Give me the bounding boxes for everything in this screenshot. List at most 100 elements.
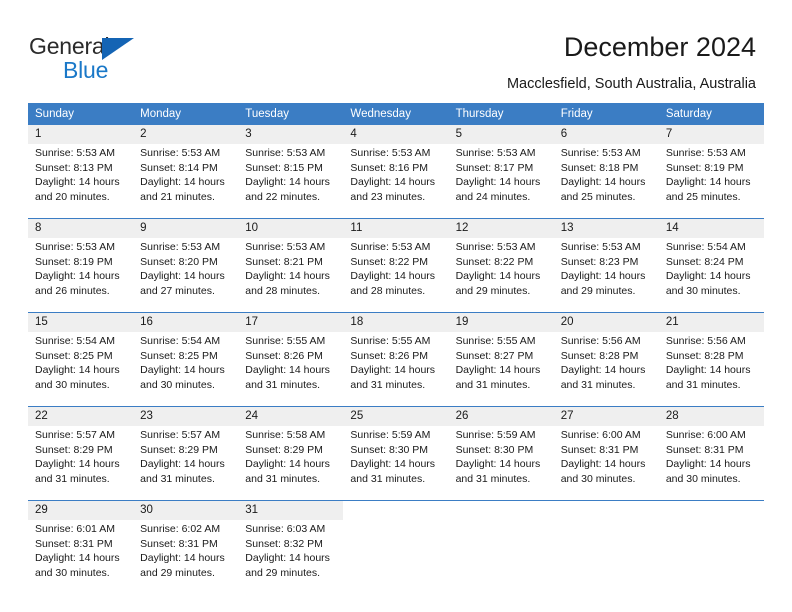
day-cell[interactable]: Sunrise: 5:53 AM Sunset: 8:15 PM Dayligh… xyxy=(238,144,344,218)
day-cell[interactable]: Sunrise: 5:53 AM Sunset: 8:20 PM Dayligh… xyxy=(133,238,239,312)
day-cell[interactable]: Sunrise: 5:55 AM Sunset: 8:26 PM Dayligh… xyxy=(343,332,449,406)
daylight-text-line2: and 31 minutes. xyxy=(350,378,426,391)
daylight-text-line2: and 23 minutes. xyxy=(350,190,426,203)
daylight-text-line2: and 27 minutes. xyxy=(140,284,215,297)
day-number[interactable]: 2 xyxy=(133,125,239,144)
day-number[interactable]: 10 xyxy=(238,219,344,238)
day-number[interactable]: 15 xyxy=(28,313,134,332)
sunrise-text: Sunrise: 5:58 AM xyxy=(245,429,326,441)
day-number[interactable]: 12 xyxy=(448,219,554,238)
day-cell[interactable]: Sunrise: 5:53 AM Sunset: 8:16 PM Dayligh… xyxy=(343,144,449,218)
day-number[interactable]: 27 xyxy=(553,407,659,426)
day-cell[interactable]: Sunrise: 5:53 AM Sunset: 8:14 PM Dayligh… xyxy=(133,144,239,218)
daylight-text-line2: and 31 minutes. xyxy=(455,378,531,391)
daylight-text-line1: Daylight: 14 hours xyxy=(455,458,541,471)
day-cell[interactable]: Sunrise: 6:00 AM Sunset: 8:31 PM Dayligh… xyxy=(553,426,659,500)
day-number[interactable]: 28 xyxy=(658,407,764,426)
daylight-text-line1: Daylight: 14 hours xyxy=(560,270,646,283)
day-cell[interactable]: Sunrise: 5:53 AM Sunset: 8:23 PM Dayligh… xyxy=(553,238,659,312)
day-cell[interactable]: Sunrise: 5:53 AM Sunset: 8:22 PM Dayligh… xyxy=(343,238,449,312)
day-cell[interactable]: Sunrise: 5:56 AM Sunset: 8:28 PM Dayligh… xyxy=(658,332,764,406)
sunset-text: Sunset: 8:19 PM xyxy=(35,255,113,268)
sunrise-text: Sunrise: 5:57 AM xyxy=(140,429,221,441)
day-number[interactable]: 21 xyxy=(658,313,764,332)
day-number[interactable]: 1 xyxy=(28,125,134,144)
daylight-text-line2: and 29 minutes. xyxy=(245,566,320,579)
daylight-text-line1: Daylight: 14 hours xyxy=(455,176,541,189)
day-number[interactable]: 5 xyxy=(448,125,554,144)
day-number[interactable]: 11 xyxy=(343,219,449,238)
day-number[interactable]: 30 xyxy=(133,501,239,520)
daylight-text-line2: and 29 minutes. xyxy=(455,284,531,297)
sunrise-text: Sunrise: 5:53 AM xyxy=(560,241,641,253)
daylight-text-line1: Daylight: 14 hours xyxy=(35,270,120,283)
day-cell[interactable]: Sunrise: 5:57 AM Sunset: 8:29 PM Dayligh… xyxy=(133,426,239,500)
location-subtitle: Macclesfield, South Australia, Australia xyxy=(506,76,756,92)
day-number[interactable]: 7 xyxy=(658,125,764,144)
daylight-text-line1: Daylight: 14 hours xyxy=(665,270,751,283)
day-cell[interactable]: Sunrise: 6:03 AM Sunset: 8:32 PM Dayligh… xyxy=(238,520,344,594)
day-number[interactable]: 14 xyxy=(658,219,764,238)
sunset-text: Sunset: 8:31 PM xyxy=(35,537,113,550)
page-title: December 2024 xyxy=(563,32,756,62)
daylight-text-line1: Daylight: 14 hours xyxy=(35,176,120,189)
day-cell[interactable]: Sunrise: 5:53 AM Sunset: 8:18 PM Dayligh… xyxy=(553,144,659,218)
sunset-text: Sunset: 8:19 PM xyxy=(665,161,744,174)
daylight-text-line1: Daylight: 14 hours xyxy=(245,458,330,471)
day-number[interactable]: 13 xyxy=(553,219,659,238)
sunset-text: Sunset: 8:29 PM xyxy=(140,443,218,456)
daylight-text-line2: and 30 minutes. xyxy=(35,566,110,579)
day-cell[interactable]: Sunrise: 5:53 AM Sunset: 8:21 PM Dayligh… xyxy=(238,238,344,312)
day-cell[interactable]: Sunrise: 5:53 AM Sunset: 8:17 PM Dayligh… xyxy=(448,144,554,218)
day-cell[interactable]: Sunrise: 5:59 AM Sunset: 8:30 PM Dayligh… xyxy=(343,426,449,500)
day-number[interactable]: 17 xyxy=(238,313,344,332)
day-number[interactable]: 16 xyxy=(133,313,239,332)
day-cell[interactable]: Sunrise: 5:56 AM Sunset: 8:28 PM Dayligh… xyxy=(553,332,659,406)
day-cell[interactable]: Sunrise: 5:53 AM Sunset: 8:19 PM Dayligh… xyxy=(658,144,764,218)
day-cell[interactable]: Sunrise: 5:54 AM Sunset: 8:24 PM Dayligh… xyxy=(658,238,764,312)
day-cell[interactable]: Sunrise: 5:58 AM Sunset: 8:29 PM Dayligh… xyxy=(238,426,344,500)
day-number[interactable]: 9 xyxy=(133,219,239,238)
sunrise-text: Sunrise: 5:56 AM xyxy=(560,335,641,347)
day-cell[interactable]: Sunrise: 6:00 AM Sunset: 8:31 PM Dayligh… xyxy=(658,426,764,500)
day-cell[interactable]: Sunrise: 5:59 AM Sunset: 8:30 PM Dayligh… xyxy=(448,426,554,500)
day-cell[interactable]: Sunrise: 5:53 AM Sunset: 8:13 PM Dayligh… xyxy=(28,144,134,218)
daylight-text-line2: and 28 minutes. xyxy=(350,284,426,297)
daylight-text-line2: and 25 minutes. xyxy=(665,190,741,203)
general-blue-logo[interactable]: General Blue xyxy=(29,33,209,83)
day-cell[interactable]: Sunrise: 6:01 AM Sunset: 8:31 PM Dayligh… xyxy=(28,520,134,594)
sunset-text: Sunset: 8:30 PM xyxy=(350,443,429,456)
weekday-header-row: Sunday Monday Tuesday Wednesday Thursday… xyxy=(28,103,764,125)
sunrise-text: Sunrise: 5:56 AM xyxy=(665,335,746,347)
day-number[interactable]: 4 xyxy=(343,125,449,144)
day-number[interactable]: 20 xyxy=(553,313,659,332)
day-number[interactable]: 18 xyxy=(343,313,449,332)
day-number[interactable]: 24 xyxy=(238,407,344,426)
day-cell[interactable]: Sunrise: 5:55 AM Sunset: 8:26 PM Dayligh… xyxy=(238,332,344,406)
day-number[interactable]: 22 xyxy=(28,407,134,426)
day-number[interactable]: 31 xyxy=(238,501,344,520)
daylight-text-line2: and 31 minutes. xyxy=(35,472,110,485)
day-cell[interactable]: Sunrise: 6:02 AM Sunset: 8:31 PM Dayligh… xyxy=(133,520,239,594)
day-number-empty xyxy=(553,501,659,520)
day-number[interactable]: 3 xyxy=(238,125,344,144)
day-number[interactable]: 26 xyxy=(448,407,554,426)
day-number[interactable]: 8 xyxy=(28,219,134,238)
day-number[interactable]: 6 xyxy=(553,125,659,144)
day-cell[interactable]: Sunrise: 5:57 AM Sunset: 8:29 PM Dayligh… xyxy=(28,426,134,500)
day-cell[interactable]: Sunrise: 5:55 AM Sunset: 8:27 PM Dayligh… xyxy=(448,332,554,406)
day-cell[interactable]: Sunrise: 5:54 AM Sunset: 8:25 PM Dayligh… xyxy=(28,332,134,406)
sunset-text: Sunset: 8:22 PM xyxy=(350,255,429,268)
day-number[interactable]: 25 xyxy=(343,407,449,426)
day-cell[interactable]: Sunrise: 5:54 AM Sunset: 8:25 PM Dayligh… xyxy=(133,332,239,406)
sunset-text: Sunset: 8:24 PM xyxy=(665,255,744,268)
day-cell[interactable]: Sunrise: 5:53 AM Sunset: 8:19 PM Dayligh… xyxy=(28,238,134,312)
daylight-text-line1: Daylight: 14 hours xyxy=(665,176,751,189)
day-number[interactable]: 29 xyxy=(28,501,134,520)
week-dayinfo-row: Sunrise: 5:54 AM Sunset: 8:25 PM Dayligh… xyxy=(28,332,764,406)
sunset-text: Sunset: 8:31 PM xyxy=(665,443,744,456)
day-number[interactable]: 19 xyxy=(448,313,554,332)
day-number[interactable]: 23 xyxy=(133,407,239,426)
daylight-text-line1: Daylight: 14 hours xyxy=(140,458,225,471)
day-cell[interactable]: Sunrise: 5:53 AM Sunset: 8:22 PM Dayligh… xyxy=(448,238,554,312)
